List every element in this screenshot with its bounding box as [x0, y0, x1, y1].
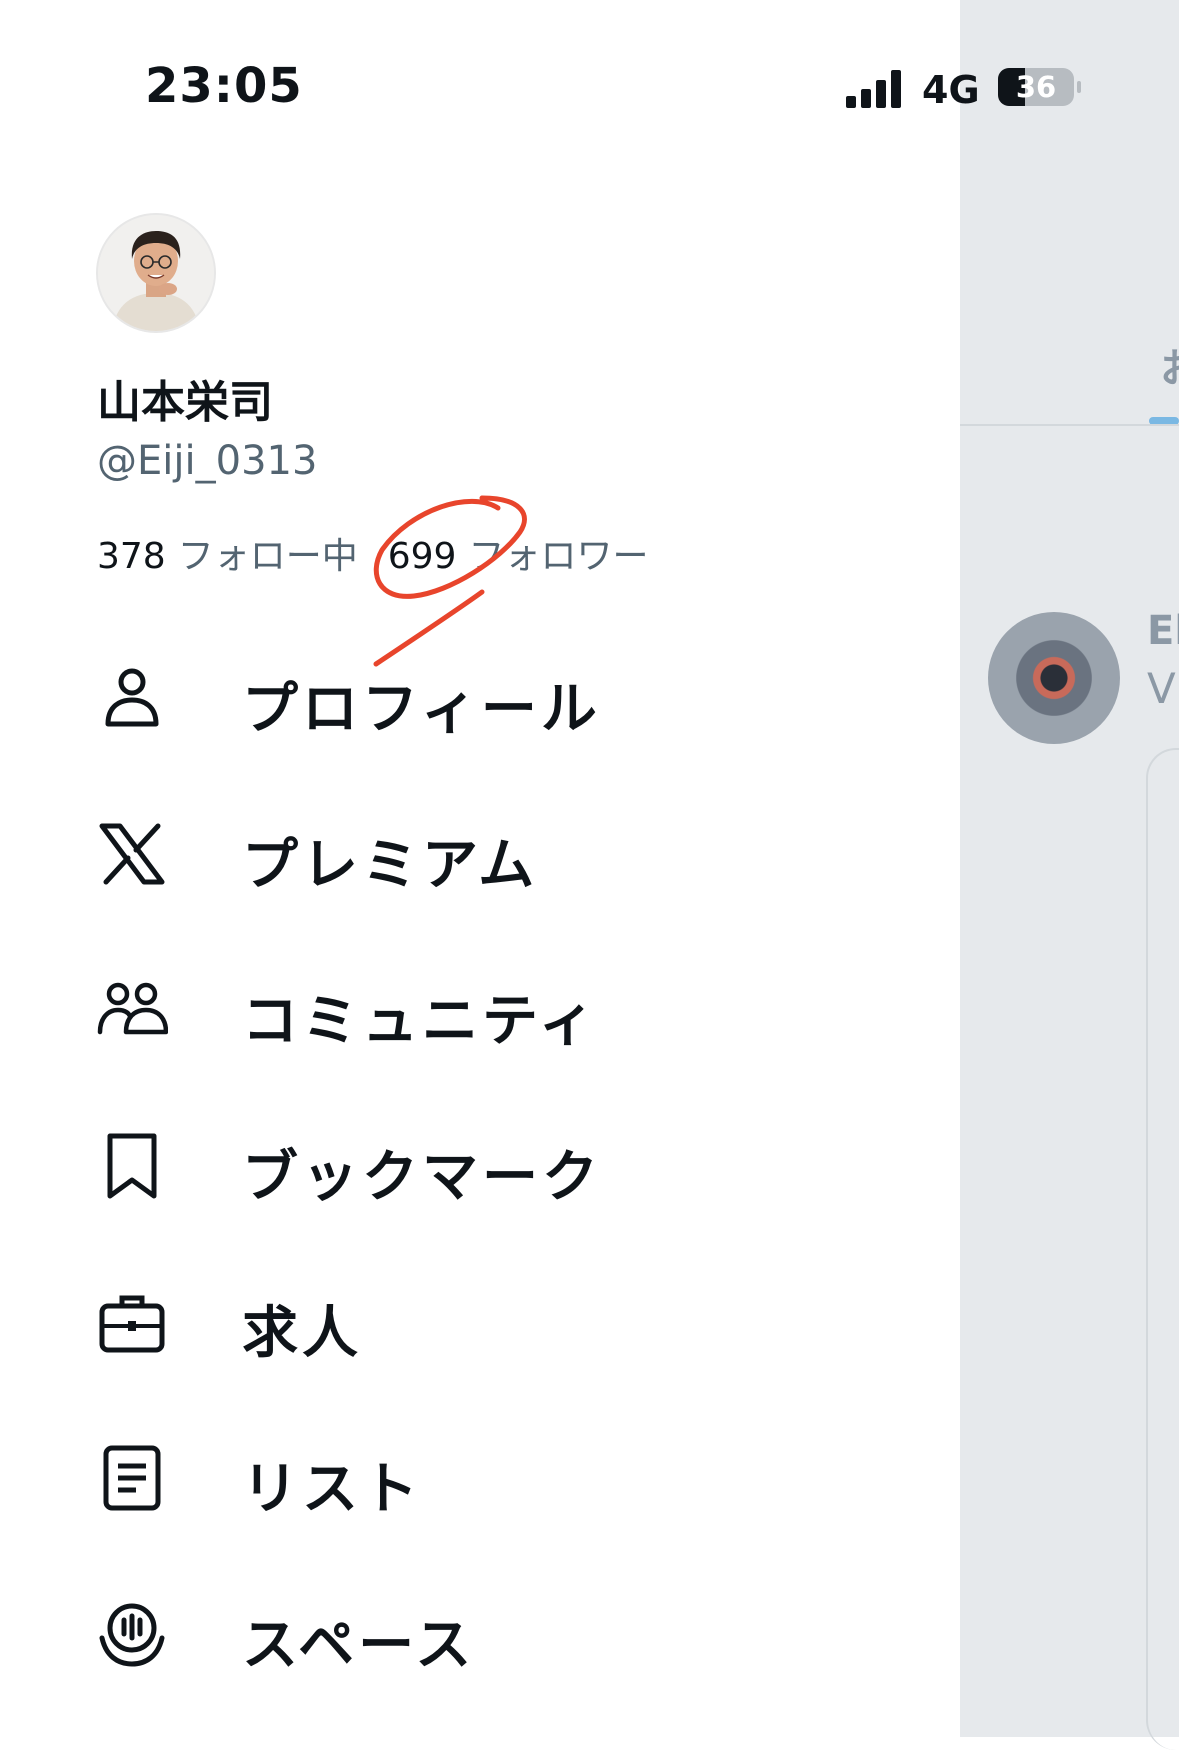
network-type: 4G [922, 68, 980, 112]
following-link[interactable]: 378 フォロー中 [97, 536, 358, 577]
menu-item-lists[interactable]: リスト [96, 1420, 856, 1530]
menu-item-label: プレミアム [242, 833, 539, 898]
menu-item-label: コミュニティ [242, 989, 599, 1054]
x-logo-icon [96, 818, 168, 890]
post-text-fragment: V( [1147, 664, 1179, 713]
display-name[interactable]: 山本栄司 [97, 366, 273, 430]
followers-label: フォロワー [468, 536, 649, 577]
following-count: 378 [97, 536, 166, 577]
menu-item-bookmarks[interactable]: ブックマーク [96, 1108, 856, 1218]
dimmed-timeline-overlay[interactable]: お El V( [960, 0, 1179, 1750]
person-icon [96, 662, 168, 734]
list-icon [96, 1442, 168, 1514]
menu-item-profile[interactable]: プロフィール [96, 640, 856, 750]
people-icon [96, 974, 169, 1046]
menu-item-communities[interactable]: コミュニティ [96, 952, 856, 1062]
post-card [1146, 748, 1179, 1750]
menu-item-label: リスト [242, 1457, 422, 1522]
post-avatar [988, 612, 1120, 744]
battery-tip [1077, 81, 1081, 93]
following-label: フォロー中 [177, 536, 358, 577]
menu-item-label: ブックマーク [242, 1145, 602, 1210]
menu-item-label: 求人 [242, 1301, 362, 1366]
tab-divider [960, 424, 1179, 426]
followers-count: 699 [387, 536, 457, 577]
followers-link[interactable]: 699 フォロワー [388, 536, 649, 577]
timeline-tab-fragment: お [1160, 336, 1179, 394]
menu-item-spaces[interactable]: スペース [96, 1576, 856, 1686]
menu-item-jobs[interactable]: 求人 [96, 1264, 856, 1374]
menu-item-label: プロフィール [242, 677, 601, 742]
battery-percent: 36 [1015, 70, 1057, 104]
bookmark-icon [96, 1130, 168, 1202]
menu-item-label: スペース [242, 1613, 476, 1678]
post-author-fragment: El [1147, 608, 1179, 654]
status-time: 23:05 [145, 58, 303, 114]
avatar[interactable] [96, 213, 216, 333]
follow-stats: 378 フォロー中 699 フォロワー [97, 527, 648, 579]
menu-item-premium[interactable]: プレミアム [96, 796, 856, 906]
user-handle: @Eiji_0313 [97, 438, 318, 484]
battery-icon: 36 [998, 68, 1074, 106]
briefcase-icon [96, 1286, 168, 1358]
microphone-icon [96, 1598, 168, 1670]
cellular-signal-icon [846, 68, 904, 108]
